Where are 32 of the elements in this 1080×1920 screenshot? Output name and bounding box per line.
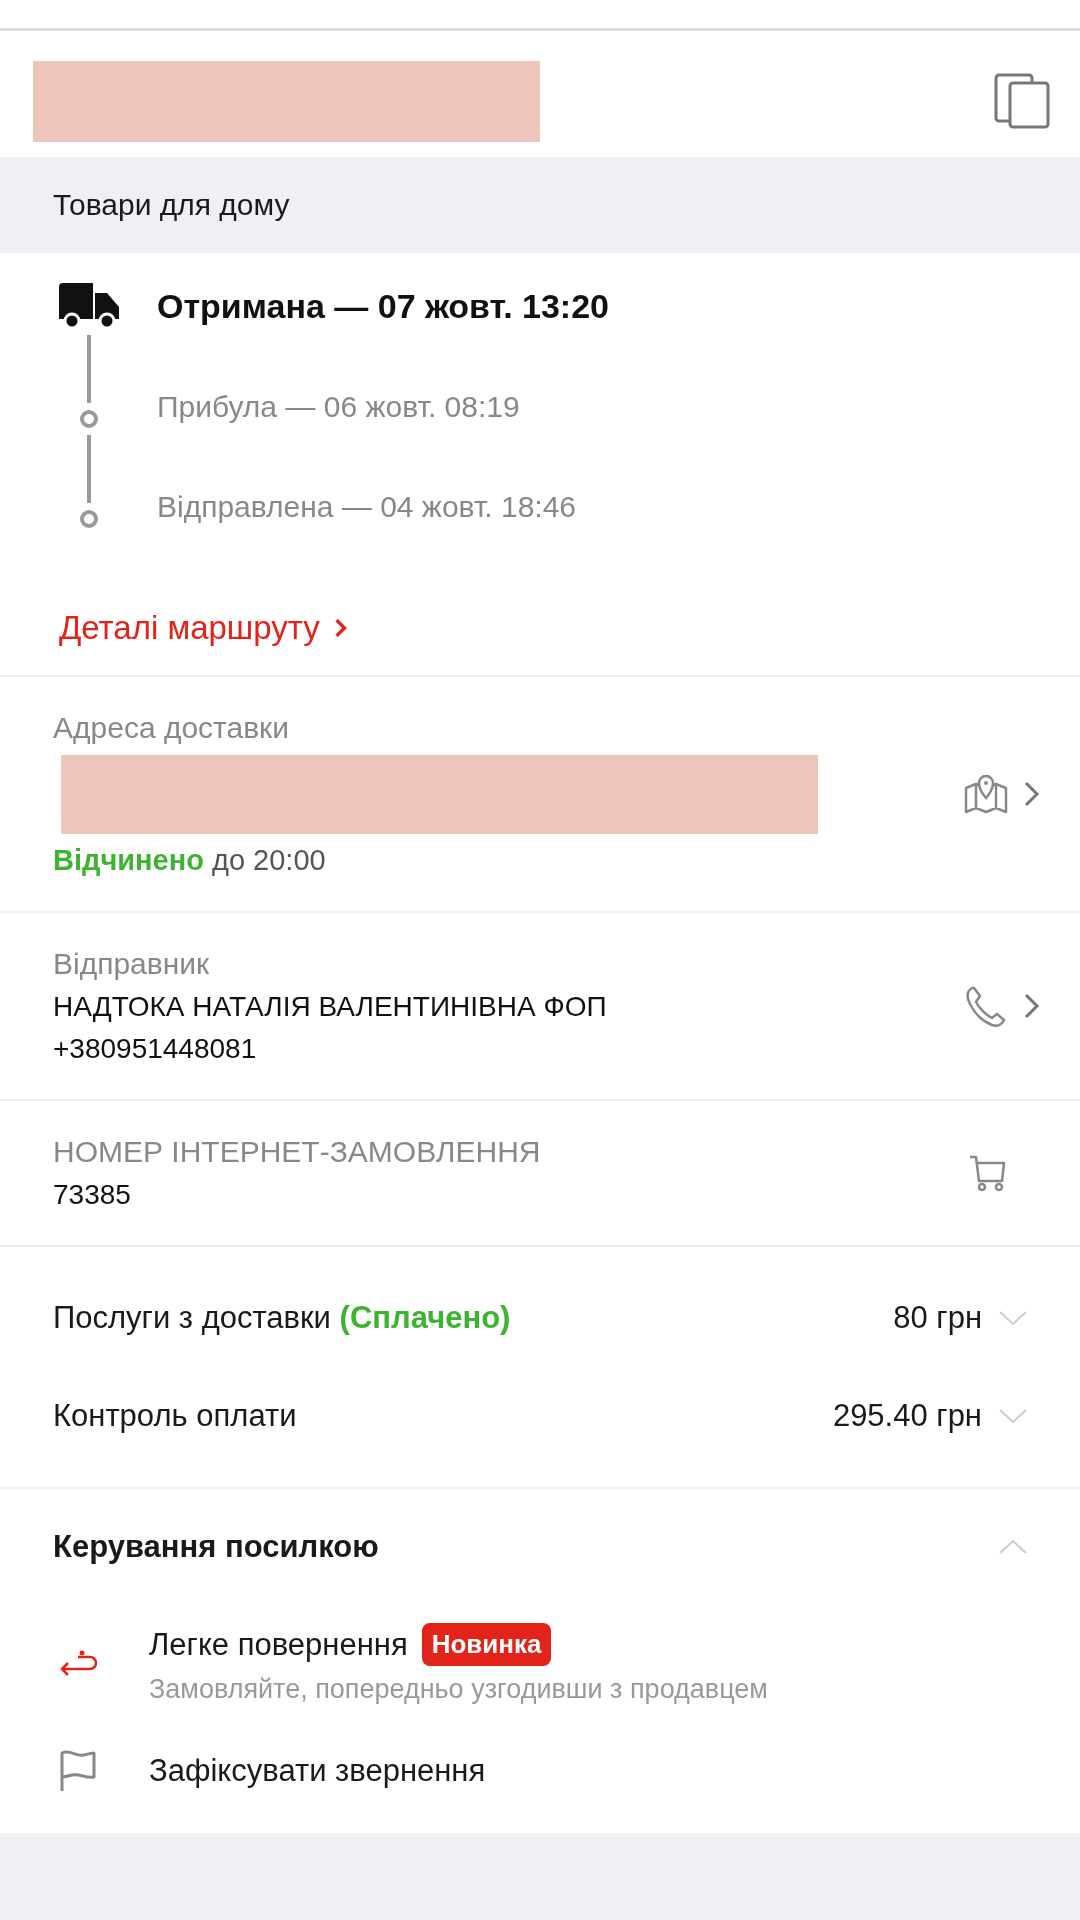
chevron-right-icon[interactable]	[1024, 781, 1040, 807]
action-title: Легке повернення	[149, 1626, 408, 1663]
chevron-right-icon	[333, 617, 348, 639]
action-subtitle: Замовляйте, попередньо узгодивши з продавцем	[149, 1674, 768, 1705]
fee-amount: 295.40 грн	[832, 1398, 982, 1434]
action-title: Зафіксувати звернення	[149, 1753, 486, 1789]
action-item[interactable]: Легке повернення Новинка Замовляйте, попередньо узгодивши з продавцем	[53, 1601, 1028, 1727]
route-details-link[interactable]: Деталі маршруту	[59, 609, 1027, 647]
order-number: 73385	[53, 1179, 132, 1211]
fee-amount: 80 грн	[893, 1300, 982, 1336]
tracking-event: Прибула — 06 жовт. 08:19	[157, 389, 520, 425]
truck-icon	[59, 283, 119, 329]
sender-phone: +380951448081	[53, 1033, 258, 1065]
map-icon[interactable]	[964, 772, 1008, 816]
category-label: Товари для дому	[53, 188, 290, 222]
tracking-event: Відправлена — 04 жовт. 18:46	[157, 489, 577, 525]
phone-icon[interactable]	[964, 984, 1008, 1028]
order-number-label: НОМЕР ІНТЕРНЕТ-ЗАМОВЛЕННЯ	[53, 1135, 542, 1169]
tracking-event: Отримана — 07 жовт. 13:20	[157, 286, 609, 326]
cart-icon[interactable]	[968, 1153, 1008, 1193]
opening-hours: Відчинено до 20:00	[53, 844, 327, 877]
fee-label: Контроль оплати	[53, 1398, 298, 1434]
chevron-right-icon[interactable]	[1024, 993, 1040, 1019]
fee-label: Послуги з доставки (Сплачено)	[53, 1300, 512, 1336]
new-badge: Новинка	[421, 1623, 552, 1666]
action-item[interactable]: Зафіксувати звернення	[53, 1727, 1028, 1815]
section-title: Керування посилкою	[53, 1529, 379, 1565]
sender-name: НАДТОКА НАТАЛІЯ ВАЛЕНТИНІВНА ФОП	[53, 991, 608, 1023]
sender-label: Відправник	[53, 947, 211, 981]
flag-icon	[58, 1749, 98, 1793]
copy-icon[interactable]	[994, 73, 1050, 129]
address-label: Адреса доставки	[53, 711, 290, 745]
